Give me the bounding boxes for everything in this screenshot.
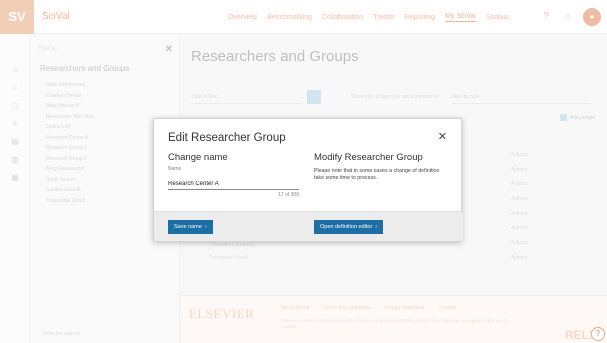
name-field[interactable] <box>168 179 299 190</box>
close-icon[interactable]: ✕ <box>438 130 447 143</box>
modify-group-section: Modify Researcher Group Please note that… <box>314 152 454 182</box>
save-name-button[interactable]: Save name › <box>168 220 213 234</box>
dialog-footer: Save name › Open definition editor › <box>154 211 463 241</box>
change-name-heading: Change name <box>168 152 228 163</box>
dialog-title: Edit Researcher Group <box>168 132 286 144</box>
processing-note: Please note that in some cases a change … <box>314 168 440 181</box>
change-name-section: Change name Name 17 of 300 <box>168 152 299 198</box>
chevron-right-icon: › <box>204 224 207 230</box>
open-definition-editor-button[interactable]: Open definition editor › <box>314 220 384 234</box>
edit-researcher-group-dialog: Edit Researcher Group ✕ Change name Name… <box>153 118 463 242</box>
modify-group-heading: Modify Researcher Group <box>314 152 423 163</box>
name-field-label: Name <box>168 166 182 172</box>
char-count: 17 of 300 <box>278 192 299 198</box>
chevron-right-icon: › <box>375 224 378 230</box>
